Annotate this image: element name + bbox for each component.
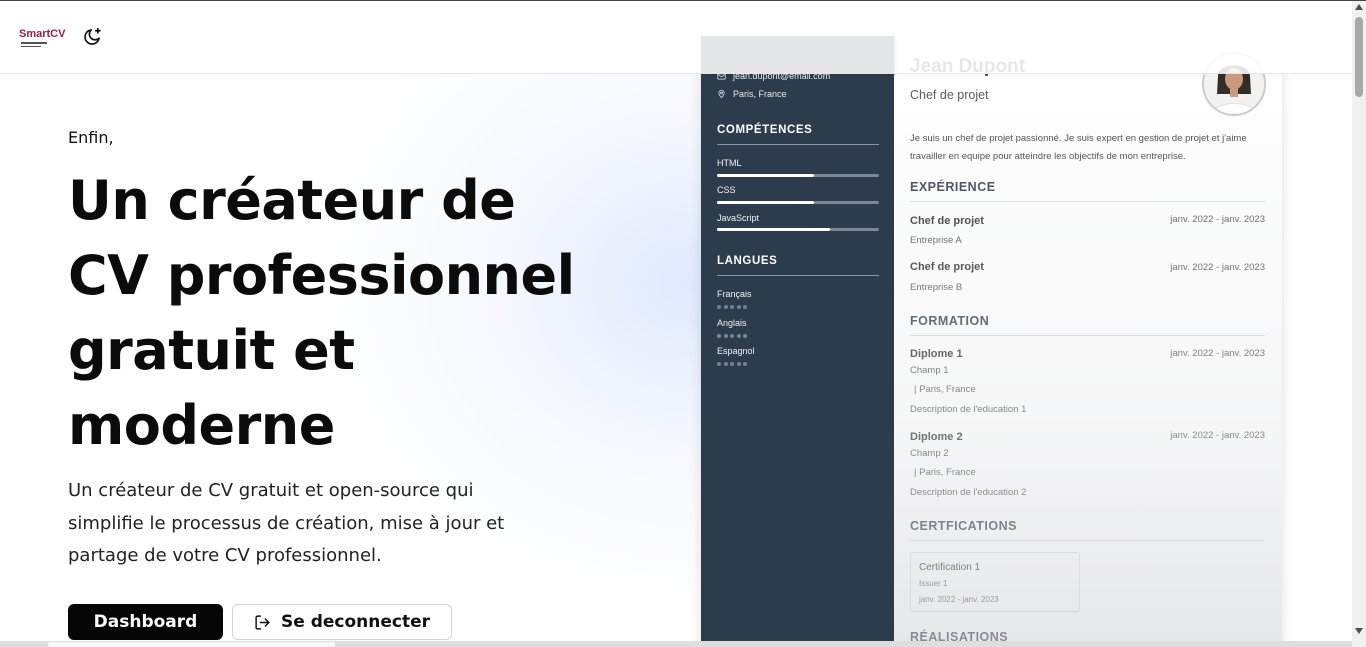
cv-experience-company-1: Entreprise B (910, 282, 963, 293)
theme-toggle-button[interactable] (82, 27, 102, 47)
cv-language-level (717, 362, 750, 366)
cv-language-level (717, 334, 750, 338)
hero-subtitle: Un créateur de CV gratuit et open-source… (68, 480, 505, 566)
moon-plus-icon (84, 27, 101, 45)
cv-skill-bar (717, 228, 879, 231)
cv-languages-title: LANGUES (717, 255, 778, 267)
cv-skill-name: CSS (717, 185, 736, 195)
cv-experience-dates-0: janv. 2022 - janv. 2023 (1170, 214, 1265, 225)
cv-role: Chef de projet (910, 88, 989, 102)
cv-certification-title: Certification 1 (919, 562, 981, 573)
cv-preview: jean.dupont@email.com Paris, France COMP… (701, 36, 1282, 647)
cv-education-location-1: | Paris, France (914, 467, 976, 478)
cv-sidebar: jean.dupont@email.com Paris, France COMP… (701, 36, 894, 647)
hero-section: Enfin, Un créateur de CV professionnel g… (68, 128, 628, 463)
cv-education-description-0: Description de l'education 1 (910, 404, 1027, 415)
logout-button-label: Se deconnecter (281, 612, 430, 632)
cv-education-title: FORMATION (910, 314, 990, 328)
cv-education-dates-0: janv. 2022 - janv. 2023 (1170, 348, 1265, 359)
cv-language-name: Espagnol (717, 346, 755, 356)
cv-language-level (717, 305, 750, 309)
cv-language-name: Anglais (717, 318, 747, 328)
dashboard-button-label: Dashboard (93, 612, 198, 632)
cv-education-description-1: Description de l'education 2 (910, 487, 1027, 498)
horizontal-scrollbar[interactable] (0, 641, 1352, 647)
logout-button[interactable]: Se deconnecter (232, 604, 452, 640)
hero-eyebrow: Enfin, (68, 128, 114, 147)
cv-language-name: Français (717, 289, 752, 299)
cv-experience-title: EXPÉRIENCE (910, 180, 996, 194)
divider (910, 540, 1265, 541)
cv-certification-issuer: Issuer 1 (919, 579, 948, 588)
cv-skill-name: JavaScript (717, 213, 760, 223)
cv-skill-fill (717, 228, 831, 231)
cv-skill-bar (717, 201, 879, 204)
cv-experience-title-0: Chef de projet (910, 215, 984, 227)
logo-text: SmartCV (19, 28, 66, 40)
vertical-scrollbar[interactable] (1352, 1, 1366, 647)
cv-certification-card: Certification 1 Issuer 1 janv. 2022 - ja… (910, 552, 1080, 612)
cv-location-text: Paris, France (733, 89, 787, 99)
logo-lines-icon (21, 42, 47, 49)
cv-summary: Je suis un chef de projet passionné. Je … (910, 133, 1247, 162)
cv-skill-fill (717, 201, 815, 204)
cv-certifications-title: CERTFICATIONS (910, 519, 1017, 533)
scroll-up-arrow-icon[interactable] (1355, 4, 1363, 10)
smartcv-logo[interactable]: SmartCV (19, 28, 69, 54)
dashboard-button[interactable]: Dashboard (68, 604, 223, 640)
cv-education-title-0: Diplome 1 (910, 348, 963, 360)
map-pin-icon (718, 89, 725, 99)
cv-location: Paris, France (717, 89, 787, 99)
cv-experience-title-1: Chef de projet (910, 261, 984, 273)
cv-certification-dates: janv. 2022 - janv. 2023 (919, 595, 999, 604)
vertical-scrollbar-thumb[interactable] (1355, 17, 1363, 97)
hero-headline: Un créateur de CV professionnel gratuit … (68, 169, 575, 457)
cv-education-location-0: | Paris, France (914, 384, 976, 395)
cv-experience-dates-1: janv. 2022 - janv. 2023 (1170, 262, 1265, 273)
cv-experience-company-0: Entreprise A (910, 235, 962, 246)
cv-education-dates-1: janv. 2022 - janv. 2023 (1170, 430, 1265, 441)
cv-skill-name: HTML (717, 158, 742, 168)
cv-main: Jean Dupont Chef de projet Je suis un ch… (894, 36, 1282, 647)
cv-education-field-0: Champ 1 (910, 365, 949, 376)
cv-skills-title: COMPÉTENCES (717, 124, 813, 136)
cv-skill-bar (717, 174, 879, 177)
cv-skill-fill (717, 174, 815, 177)
divider (717, 144, 879, 145)
cv-education-field-1: Champ 2 (910, 448, 949, 459)
scroll-down-arrow-icon[interactable] (1355, 628, 1363, 634)
divider (717, 275, 879, 276)
cv-education-title-1: Diplome 2 (910, 431, 963, 443)
logout-icon (255, 614, 270, 630)
divider (910, 335, 1265, 336)
horizontal-scrollbar-thumb[interactable] (48, 642, 335, 647)
landing-page: Enfin, Un créateur de CV professionnel g… (0, 0, 1352, 647)
divider (910, 201, 1265, 202)
top-navbar: SmartCV (0, 1, 1352, 74)
